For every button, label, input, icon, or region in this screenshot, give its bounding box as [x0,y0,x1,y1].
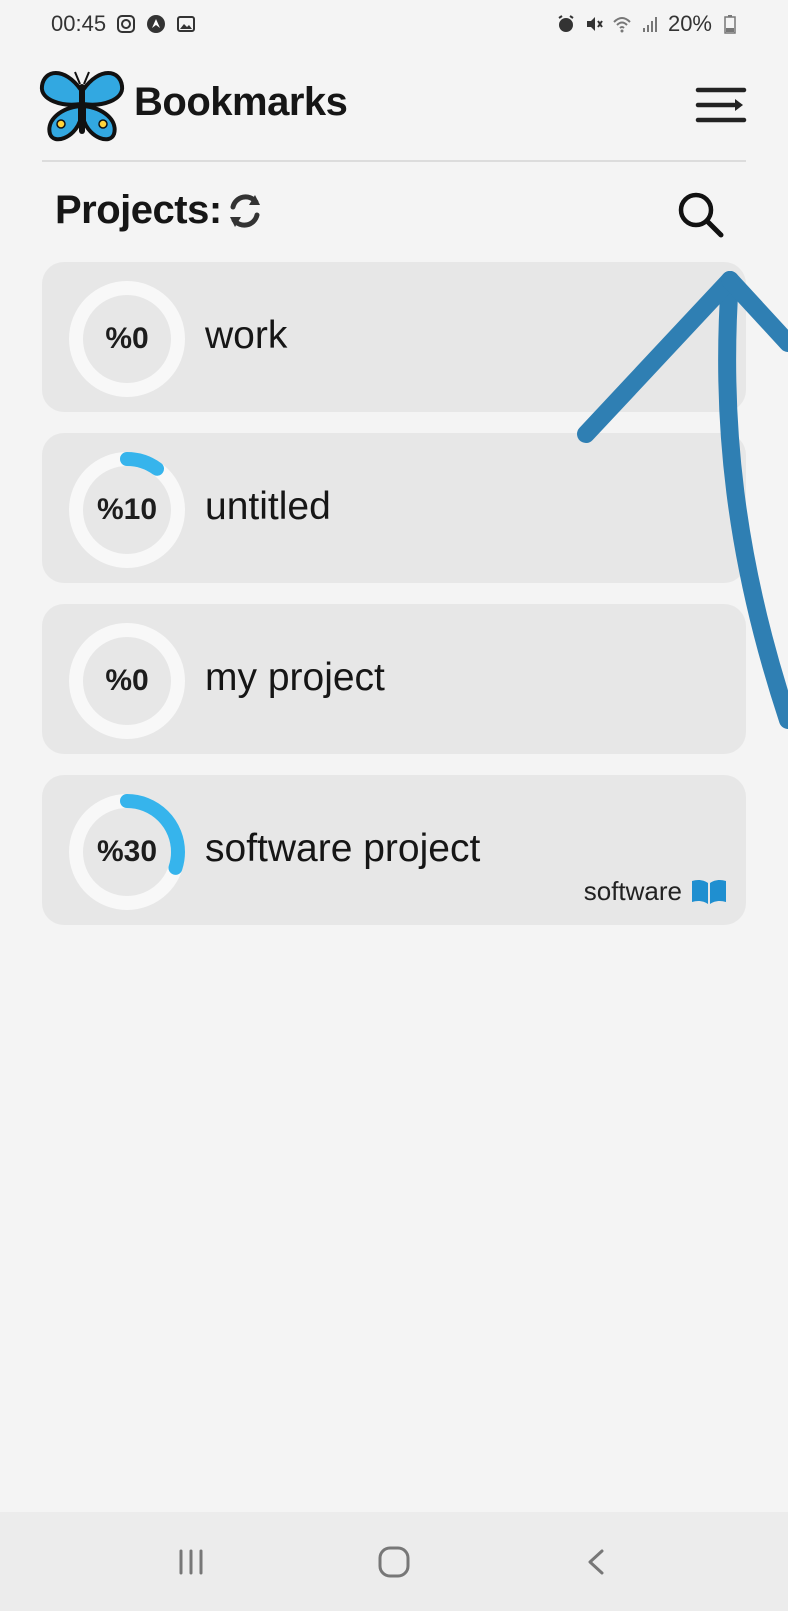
project-tag: software [584,876,728,907]
project-card[interactable]: %30 software project software [42,775,746,925]
project-tag-label: software [583,876,682,906]
project-name: my project [205,656,385,699]
project-card[interactable]: %10 untitled [42,433,746,583]
progress-label: %30 [96,835,158,868]
instagram-icon [117,15,136,33]
app-title: Bookmarks [134,80,348,124]
recent-apps-icon [179,1549,203,1575]
section-title: Projects: [55,188,222,232]
mute-icon [586,17,603,31]
project-card[interactable]: %0 my project [42,604,746,754]
system-nav-bar [0,1512,788,1611]
project-card[interactable]: %0 work [42,262,746,412]
status-right: 20% [556,11,740,37]
recent-apps-button[interactable] [161,1532,221,1592]
menu-icon[interactable] [694,80,748,130]
battery-icon [724,15,736,34]
header-divider [42,160,746,162]
status-left: 00:45 [51,11,196,37]
battery-percent: 20% [667,11,712,36]
search-icon[interactable] [672,186,728,242]
back-icon [588,1549,604,1575]
home-button[interactable] [364,1532,424,1592]
app-header: Bookmarks [0,60,788,160]
section-heading: Projects: [55,188,266,233]
alarm-icon [558,15,574,32]
status-bar: 00:45 20% [0,0,788,48]
project-name: work [205,314,288,357]
gallery-icon [177,16,196,32]
signal-icon [642,17,657,32]
progress-label: %10 [96,493,158,526]
project-name: software project [205,827,481,870]
book-icon [692,879,726,904]
wifi-icon [613,17,631,33]
project-list: %0 work %10 untitled %0 my project %30 s… [42,262,746,946]
butterfly-logo-icon [39,71,125,142]
back-button[interactable] [567,1532,627,1592]
progress-label: %0 [105,664,149,697]
home-icon [378,1546,410,1578]
project-name: untitled [205,485,331,528]
status-time: 00:45 [51,11,107,36]
refresh-icon[interactable] [224,190,266,232]
progress-label: %0 [105,322,149,355]
navigation-app-icon [147,15,166,33]
